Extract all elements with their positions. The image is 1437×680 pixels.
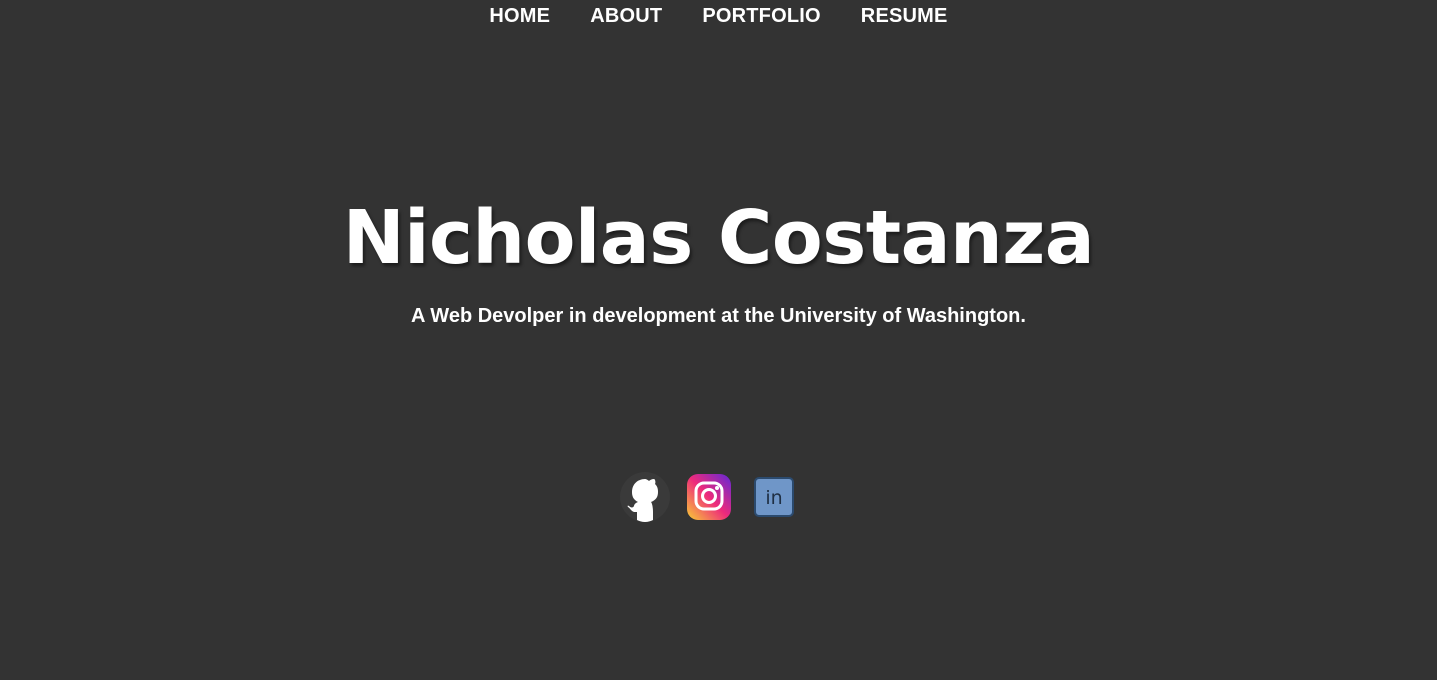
nav-about-link[interactable]: ABOUT [590,1,662,31]
nav-resume-link[interactable]: RESUME [861,1,948,31]
svg-text:in: in [765,487,782,509]
linkedin-link[interactable]: in [748,470,798,524]
hero-name: Nicholas Costanza [342,195,1095,281]
top-nav: HOME ABOUT PORTFOLIO RESUME [0,0,1437,32]
instagram-icon [686,474,731,520]
instagram-link[interactable] [684,470,734,524]
nav-home-link[interactable]: HOME [489,1,550,31]
page: HOME ABOUT PORTFOLIO RESUME Nicholas Cos… [0,0,1437,680]
hero-tagline: A Web Devolper in development at the Uni… [411,305,1026,327]
nav-portfolio-link[interactable]: PORTFOLIO [702,1,820,31]
linkedin-icon: in [753,477,794,517]
github-link[interactable] [619,470,670,524]
social-links: in [0,470,1437,524]
github-icon [619,472,670,522]
